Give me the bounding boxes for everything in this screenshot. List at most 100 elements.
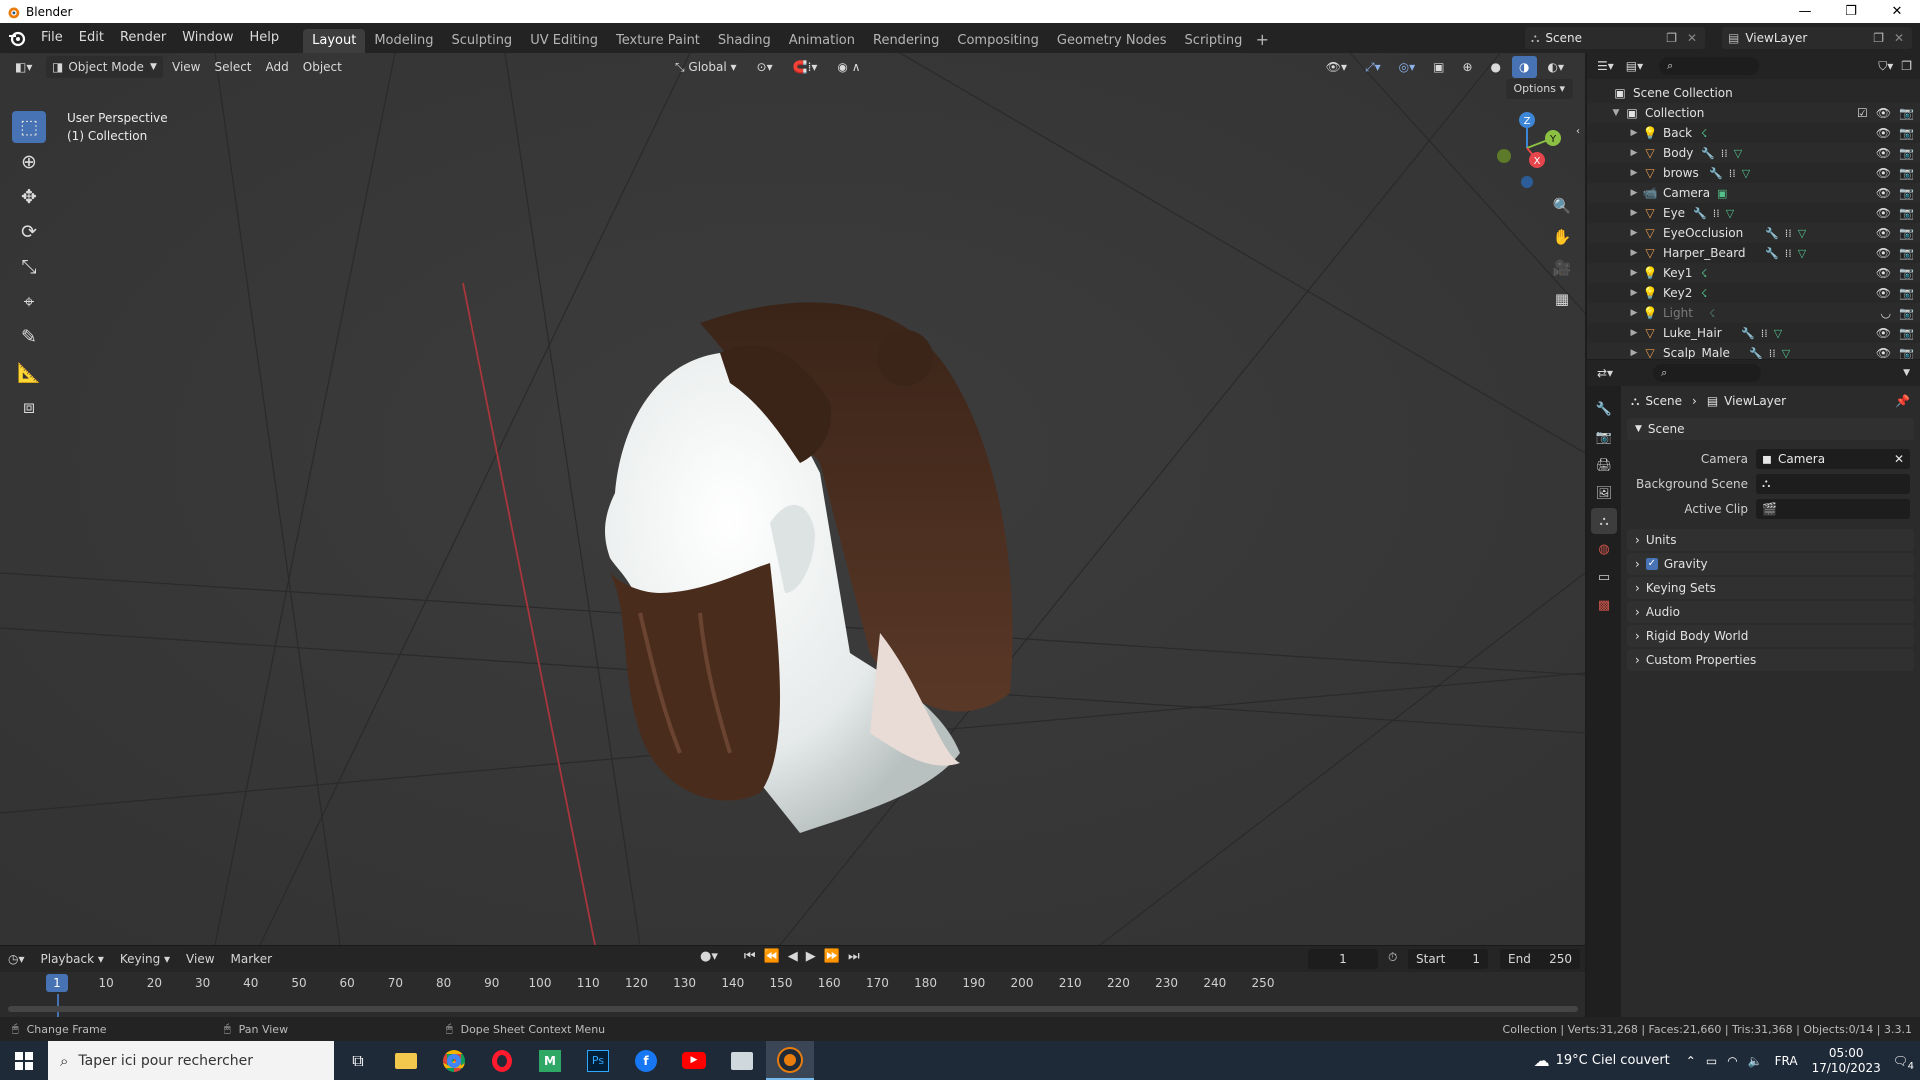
add-cube-tool-icon[interactable]: ⧈ [12,391,46,423]
clear-camera-icon[interactable]: ✕ [1894,452,1904,466]
transform-tool-icon[interactable]: ⌖ [12,286,46,318]
particles-icon[interactable]: ⁞⁞ [1713,207,1720,220]
camera-render-icon[interactable]: 📷 [1899,346,1914,359]
properties-options-icon[interactable]: ▼ [1903,368,1910,378]
collection-expand-icon[interactable]: ▼ [1609,108,1623,118]
eye-icon[interactable]: 👁 [1876,226,1891,240]
modifier-icon[interactable]: 🔧 [1765,227,1779,240]
xray-toggle-icon[interactable]: ▣ [1426,56,1451,78]
remove-scene-icon[interactable]: ✕ [1687,31,1697,45]
proportional-edit-icon[interactable]: ◉ ∧ [830,56,867,78]
tab-geometry-nodes[interactable]: Geometry Nodes [1048,29,1176,53]
tool-tab-icon[interactable]: 🔧 [1591,396,1617,422]
select-box-tool-icon[interactable]: ⬚ [12,111,46,143]
remove-viewlayer-icon[interactable]: ✕ [1894,31,1904,45]
modifier-icon[interactable]: 🔧 [1701,147,1715,160]
restore-button[interactable]: ❐ [1828,0,1874,23]
outliner-item[interactable]: ▶ 💡 Key1 ☇ 👁 📷 [1587,263,1920,283]
collection-row[interactable]: ▼ ▣ Collection ☑ 👁 📷 [1587,103,1920,123]
menu-help[interactable]: Help [242,27,288,49]
close-button[interactable]: ✕ [1874,0,1920,23]
outliner-item[interactable]: ▶ 📹 Camera ▣ 👁 📷 [1587,183,1920,203]
scene-tab-icon[interactable]: ⛬ [1591,508,1617,534]
volume-icon[interactable]: 🔈 [1748,1054,1763,1068]
tab-animation[interactable]: Animation [780,29,864,53]
eye-icon[interactable]: 👁 [1876,206,1891,220]
light-data-icon[interactable]: ☇ [1701,267,1707,280]
outliner-expand-icon[interactable]: ▶ [1627,308,1641,318]
playhead-frame-indicator[interactable]: 1 [46,974,68,992]
show-hidden-icons-icon[interactable]: ⌃ [1686,1054,1696,1068]
eye-icon[interactable]: 👁 [1876,126,1891,140]
file-explorer-icon[interactable] [382,1041,430,1080]
outliner-expand-icon[interactable]: ▶ [1627,128,1641,138]
outliner-expand-icon[interactable]: ▶ [1627,328,1641,338]
add-workspace-button[interactable]: + [1251,29,1273,53]
clock[interactable]: 05:00 17/10/2023 [1812,1046,1881,1076]
timeline-menu-keying[interactable]: Keying ▾ [112,952,178,966]
eye-icon[interactable]: 👁 [1876,166,1891,180]
weather-text[interactable]: 19°C Ciel couvert [1556,1053,1670,1068]
eye-icon[interactable]: 👁 [1876,326,1891,340]
outliner-item[interactable]: ▶ ▽ Body 🔧 ⁞⁞ ▽ 👁 📷 [1587,143,1920,163]
outliner-item[interactable]: ▶ ▽ Scalp_Male 🔧 ⁞⁞ ▽ 👁 📷 [1587,343,1920,359]
camera-render-icon[interactable]: 📷 [1899,206,1914,220]
background-scene-field[interactable]: ⛬ [1756,473,1910,494]
outliner-expand-icon[interactable]: ▶ [1627,288,1641,298]
rotate-tool-icon[interactable]: ⟳ [12,216,46,248]
active-clip-field[interactable]: 🎬 [1756,498,1910,519]
character-head-model[interactable] [605,302,1013,833]
particles-icon[interactable]: ⁞⁞ [1721,147,1728,160]
new-collection-icon[interactable]: ❐ [1901,59,1912,73]
record-keyframe-icon[interactable]: ●▾ [700,949,718,964]
messenger-m-icon[interactable]: M [526,1041,574,1080]
mesh-data-icon[interactable]: ▽ [1782,347,1790,360]
collection-checkbox[interactable]: ☑ [1857,106,1868,120]
tab-texture-paint[interactable]: Texture Paint [607,29,709,53]
viewport-menu-select[interactable]: Select [207,56,258,78]
outliner-item[interactable]: ▶ 💡 Back ☇ 👁 📷 [1587,123,1920,143]
options-dropdown[interactable]: Options ▾ [1505,79,1573,99]
preview-range-icon[interactable]: ⏱ [1388,950,1397,965]
measure-tool-icon[interactable]: 📐 [12,356,46,388]
next-keyframe-icon[interactable]: ⏩ [824,949,840,964]
pin-icon[interactable]: 📌 [1895,394,1910,408]
properties-editor-type-icon[interactable]: ⇄▾ [1597,366,1613,380]
gizmo-neg-y[interactable] [1497,149,1511,163]
outliner-item[interactable]: ▶ ▽ Eye 🔧 ⁞⁞ ▽ 👁 📷 [1587,203,1920,223]
particles-icon[interactable]: ⁞⁞ [1729,167,1736,180]
eye-icon[interactable]: 👁 [1876,346,1891,359]
tab-rendering[interactable]: Rendering [864,29,948,53]
particles-icon[interactable]: ⁞⁞ [1769,347,1776,360]
custom-properties-panel-header[interactable]: › Custom Properties [1627,649,1914,671]
filter-icon[interactable]: ⛉▾ [1878,59,1893,74]
menu-edit[interactable]: Edit [71,27,112,49]
transform-orientation-dropdown[interactable]: ⤡ Global ▾ [668,56,744,78]
collection-tab-icon[interactable]: ▭ [1591,564,1617,590]
rendered-shading-icon[interactable]: ◐▾ [1541,56,1572,78]
camera-render-icon[interactable]: 📷 [1899,126,1914,140]
annotate-tool-icon[interactable]: ✎ [12,321,46,353]
play-icon[interactable]: ▶ [806,949,816,964]
windows-start-icon[interactable] [0,1041,48,1080]
facebook-icon[interactable]: f [622,1041,670,1080]
object-mode-dropdown[interactable]: ◨ Object Mode ▼ [46,56,163,78]
eye-closed-icon[interactable]: ◡ [1881,306,1891,320]
opera-icon[interactable] [478,1041,526,1080]
eye-icon[interactable]: 👁 [1876,266,1891,280]
tab-layout[interactable]: Layout [303,29,366,53]
youtube-icon[interactable]: ▶ [670,1041,718,1080]
wireframe-shading-icon[interactable]: ⊕ [1455,56,1479,78]
outliner-editor-type-icon[interactable]: ☰▾ [1597,59,1614,73]
new-viewlayer-icon[interactable]: ❐ [1873,31,1884,45]
taskbar-search-input[interactable]: ⌕ Taper ici pour rechercher [48,1041,334,1080]
cursor-tool-icon[interactable]: ⊕ [12,146,46,178]
particles-icon[interactable]: ⁞⁞ [1761,327,1768,340]
start-frame-field[interactable]: Start 1 [1408,949,1488,969]
eye-icon[interactable]: 👁 [1876,106,1891,120]
timeline-menu-playback[interactable]: Playback ▾ [33,952,112,966]
outliner-expand-icon[interactable]: ▶ [1627,208,1641,218]
output-tab-icon[interactable]: 🖨 [1591,452,1617,478]
texture-tab-icon[interactable]: ▩ [1591,592,1617,618]
units-panel-header[interactable]: › Units [1627,529,1914,551]
